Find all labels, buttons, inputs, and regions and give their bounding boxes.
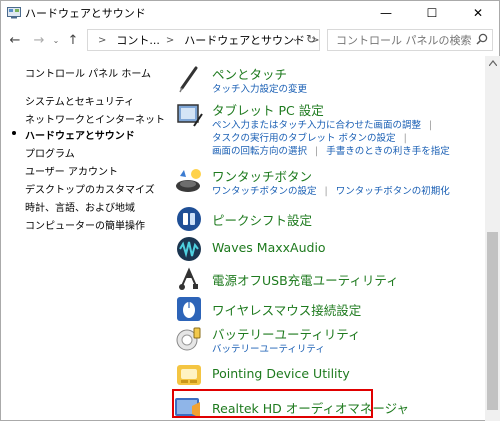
control-panel-window: ハードウェアとサウンド — ☐ ✕ ← → ⌄ ↑ > コント... > ハード…	[0, 0, 500, 421]
category-title[interactable]: Pointing Device Utility	[212, 366, 350, 381]
back-arrow-icon: ←	[9, 32, 21, 48]
sidebar-item-network-internet[interactable]: ネットワークとインターネット	[25, 111, 165, 126]
chevron-up-icon	[488, 60, 497, 66]
peak-shift-icon	[177, 207, 201, 231]
forward-button[interactable]: →	[30, 30, 48, 50]
sidebar-item-programs[interactable]: プログラム	[25, 145, 75, 160]
up-button[interactable]: ↑	[64, 30, 82, 50]
address-dropdown-icon[interactable]: ⌄	[291, 34, 299, 44]
search-icon	[476, 33, 488, 45]
sidebar-item-ease-of-access[interactable]: コンピューターの簡単操作	[25, 217, 145, 232]
pointing-device-icon	[177, 365, 201, 385]
battery-icon	[176, 327, 201, 351]
waves-icon	[177, 237, 201, 261]
active-item-bullet	[12, 131, 16, 135]
sidebar-item-control-panel-home[interactable]: コントロール パネル ホーム	[25, 65, 151, 80]
up-arrow-icon: ↑	[67, 32, 79, 48]
category-title[interactable]: Waves MaxxAudio	[212, 240, 326, 255]
category-title[interactable]: ピークシフト設定	[212, 210, 312, 229]
onetouch-button-icon	[176, 169, 201, 192]
highlight-box	[172, 389, 373, 418]
chevron-down-icon: ⌄	[52, 35, 60, 45]
minimize-icon: —	[380, 6, 392, 20]
category-link[interactable]: ワンタッチボタンの初期化	[336, 186, 450, 197]
breadcrumb-hardware-and-sound[interactable]: ハードウェアとサウンド	[184, 32, 305, 48]
breadcrumb-separator: >	[98, 34, 107, 46]
sidebar-item-user-accounts[interactable]: ユーザー アカウント	[25, 163, 118, 178]
navigation-bar: ← → ⌄ ↑ > コント... > ハードウェアとサウンド > ⌄ ↻	[1, 28, 499, 54]
back-button[interactable]: ←	[6, 30, 24, 50]
category-link[interactable]: ワンタッチボタンの設定	[212, 186, 317, 197]
wireless-mouse-icon	[177, 297, 201, 321]
sidebar-item-clock-language-region[interactable]: 時計、言語、および地域	[25, 199, 135, 214]
category-title[interactable]: 電源オフUSB充電ユーティリティ	[212, 270, 399, 289]
maximize-icon: ☐	[426, 6, 438, 20]
search-input[interactable]	[327, 29, 493, 51]
vertical-scrollbar[interactable]	[485, 56, 500, 421]
forward-arrow-icon: →	[33, 32, 45, 48]
scroll-up-button[interactable]	[485, 56, 500, 70]
title-bar: ハードウェアとサウンド — ☐ ✕	[1, 1, 499, 25]
category-list: ペンとタッチ タッチ入力設定の変更 タブレット PC 設定 ペン入力またはタッチ…	[166, 56, 484, 421]
recent-locations-button[interactable]: ⌄	[50, 30, 62, 50]
scrollbar-thumb[interactable]	[487, 232, 498, 410]
maximize-button[interactable]: ☐	[409, 1, 455, 25]
category-title[interactable]: ワイヤレスマウス接続設定	[212, 300, 361, 319]
sidebar-item-hardware-sound[interactable]: ハードウェアとサウンド	[25, 127, 135, 142]
close-icon: ✕	[472, 6, 484, 20]
category-link[interactable]: バッテリーユーティリティ	[212, 344, 325, 355]
address-bar[interactable]: > コント... > ハードウェアとサウンド > ⌄ ↻	[87, 29, 320, 51]
sidebar-item-desktop-customization[interactable]: デスクトップのカスタマイズ	[25, 181, 155, 196]
sidebar-item-system-security[interactable]: システムとセキュリティ	[25, 93, 134, 108]
refresh-icon[interactable]: ↻	[306, 32, 316, 46]
breadcrumb-control-panel[interactable]: コント...	[116, 32, 160, 48]
category-link[interactable]: タッチ入力設定の変更	[212, 84, 307, 95]
category-link[interactable]: 手書きのときの利き手を指定	[326, 146, 450, 157]
sidebar: コントロール パネル ホーム システムとセキュリティ ネットワークとインターネッ…	[1, 56, 166, 421]
usb-icon	[179, 267, 198, 290]
close-button[interactable]: ✕	[455, 1, 500, 25]
minimize-button[interactable]: —	[363, 1, 409, 25]
control-panel-icon	[7, 7, 21, 19]
window-title: ハードウェアとサウンド	[25, 7, 146, 20]
breadcrumb-separator[interactable]: >	[166, 35, 174, 46]
category-link[interactable]: 画面の回転方向の選択	[212, 146, 307, 157]
pen-icon	[179, 66, 198, 93]
tablet-icon	[177, 104, 203, 127]
